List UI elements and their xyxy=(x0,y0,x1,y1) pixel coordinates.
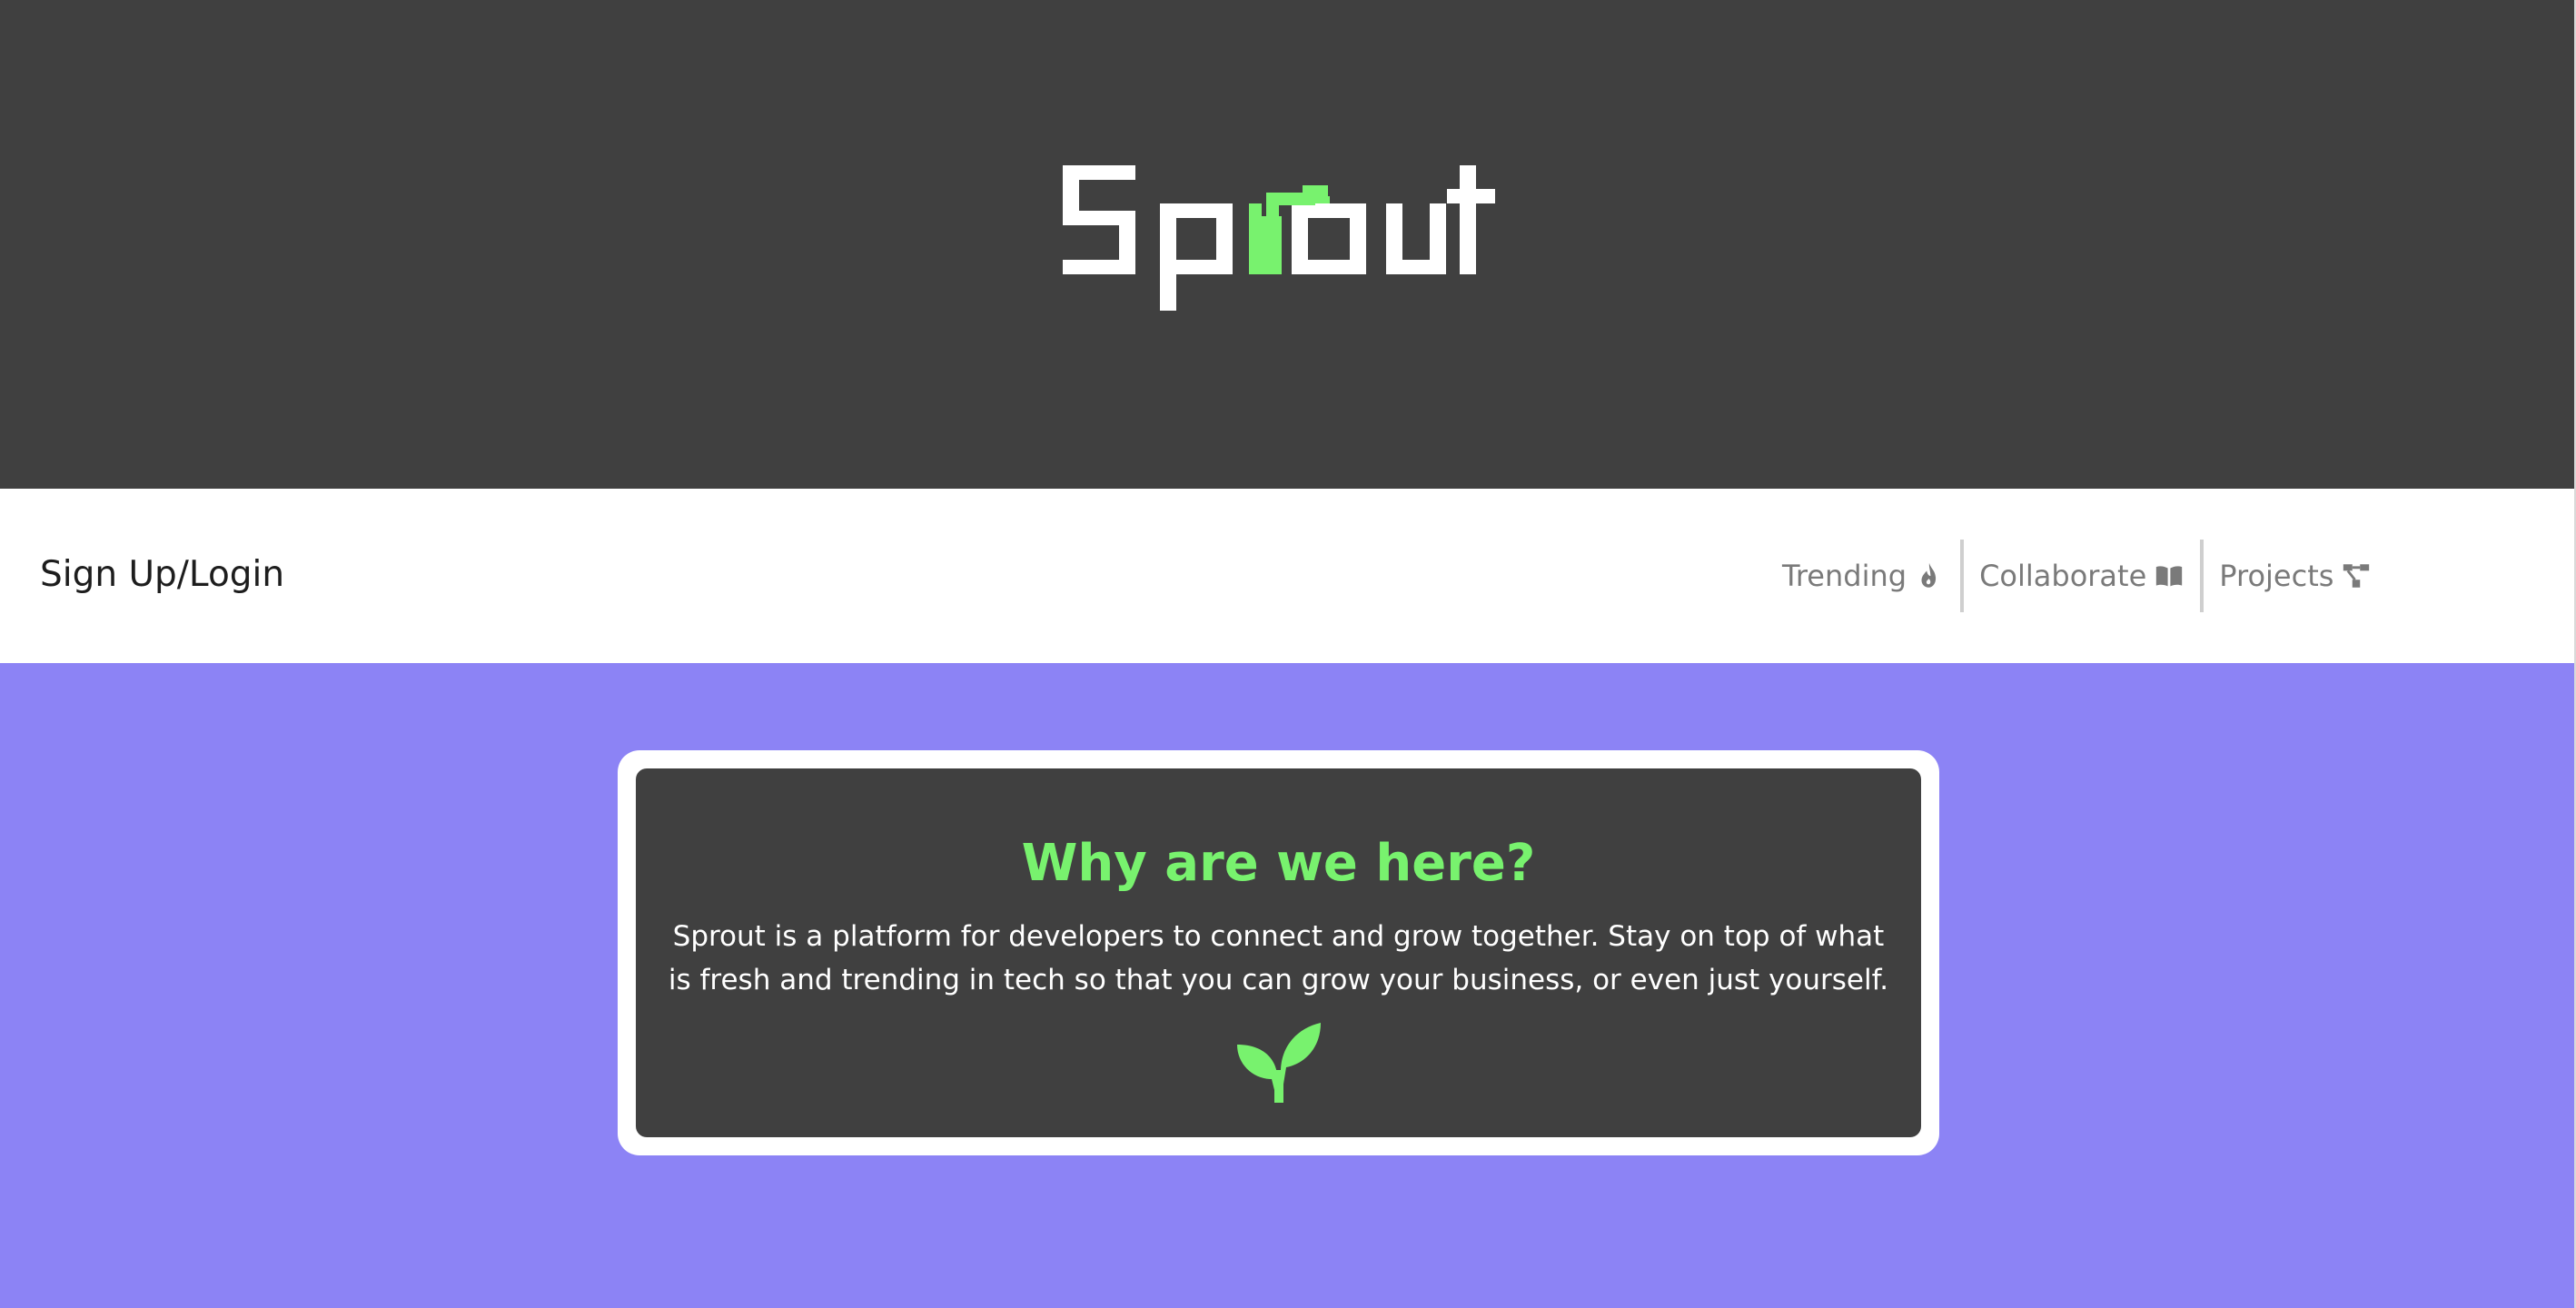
nav-divider xyxy=(1960,540,1965,612)
signup-login-link[interactable]: Sign Up/Login xyxy=(40,552,284,598)
book-open-icon xyxy=(2156,566,2183,587)
nav-links: Trending Collaborate Projects xyxy=(1782,540,2372,612)
top-navbar: Sign Up/Login Trending Collaborate Proje… xyxy=(0,489,2574,663)
nav-divider xyxy=(2200,540,2204,612)
sprout-logo[interactable] xyxy=(1063,165,1495,311)
nav-link-trending[interactable]: Trending xyxy=(1782,558,1945,594)
nav-link-collaborate[interactable]: Collaborate xyxy=(1979,558,2185,594)
flame-icon xyxy=(1921,562,1937,588)
nav-link-collaborate-label: Collaborate xyxy=(1979,559,2147,593)
page: Sign Up/Login Trending Collaborate Proje… xyxy=(0,0,2576,1308)
nav-link-projects[interactable]: Projects xyxy=(2219,558,2372,594)
nav-link-projects-label: Projects xyxy=(2219,559,2334,593)
info-card-title: Why are we here? xyxy=(1021,833,1536,893)
info-card: Why are we here? Sprout is a platform fo… xyxy=(618,750,1939,1155)
project-tree-icon xyxy=(2343,564,2370,588)
info-card-text: Sprout is a platform for developers to c… xyxy=(668,920,1889,996)
hero-banner xyxy=(0,0,2574,489)
sprout-icon xyxy=(1237,1023,1321,1103)
nav-link-trending-label: Trending xyxy=(1782,559,1907,593)
info-card-body: Why are we here? Sprout is a platform fo… xyxy=(636,768,1921,1137)
